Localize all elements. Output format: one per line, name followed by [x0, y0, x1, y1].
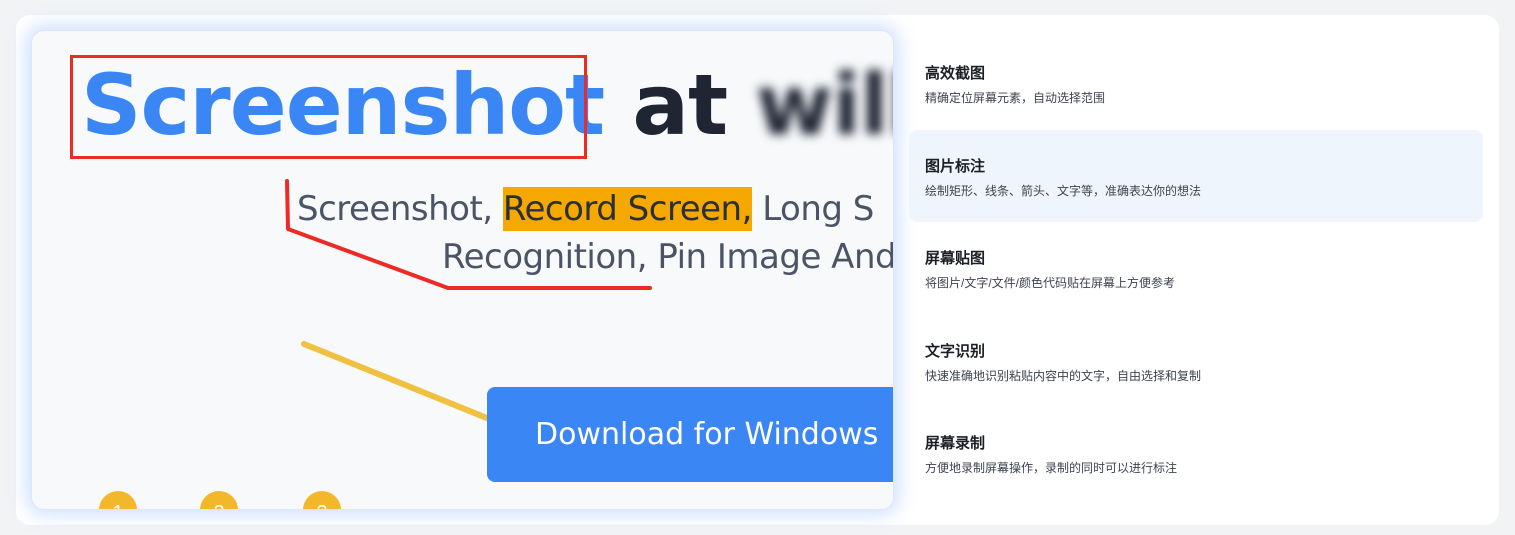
download-windows-button[interactable]: Download for Windows [487, 387, 893, 482]
feature-item-ocr[interactable]: 文字识别 快速准确地识别粘贴内容中的文字，自由选择和复制 [909, 315, 1483, 408]
arrow-annotation [301, 341, 517, 432]
feature-title: 屏幕贴图 [925, 250, 986, 267]
feature-desc: 快速准确地识别粘贴内容中的文字，自由选择和复制 [925, 368, 1202, 383]
feature-title: 高效截图 [925, 65, 986, 82]
feature-desc: 方便地录制屏幕操作，录制的同时可以进行标注 [925, 461, 1178, 475]
feature-item-pin[interactable]: 屏幕贴图 将图片/文字/文件/颜色代码贴在屏幕上方便参考 [909, 222, 1483, 315]
feature-item-annotate[interactable]: 图片标注 绘制矩形、线条、箭头、文字等，准确表达你的想法 [909, 129, 1483, 222]
feature-title: 屏幕录制 [925, 435, 986, 452]
feature-title: 文字识别 [925, 342, 986, 360]
feature-title: 图片标注 [925, 157, 986, 175]
feature-desc: 绘制矩形、线条、箭头、文字等，准确表达你的想法 [925, 183, 1202, 198]
feature-desc: 将图片/文字/文件/颜色代码贴在屏幕上方便参考 [925, 276, 1176, 290]
feature-desc: 精确定位屏幕元素，自动选择范围 [925, 91, 1106, 105]
preview-panel: Screenshot at will, Screenshot, Record S… [32, 31, 893, 509]
feature-item-record[interactable]: 屏幕录制 方便地录制屏幕操作，录制的同时可以进行标注 [909, 407, 1483, 500]
freehand-line-annotation [285, 179, 652, 290]
feature-item-screenshot[interactable]: 高效截图 精确定位屏幕元素，自动选择范围 [909, 37, 1483, 130]
feature-list: 高效截图 精确定位屏幕元素，自动选择范围 图片标注 绘制矩形、线条、箭头、文字等… [909, 37, 1483, 500]
